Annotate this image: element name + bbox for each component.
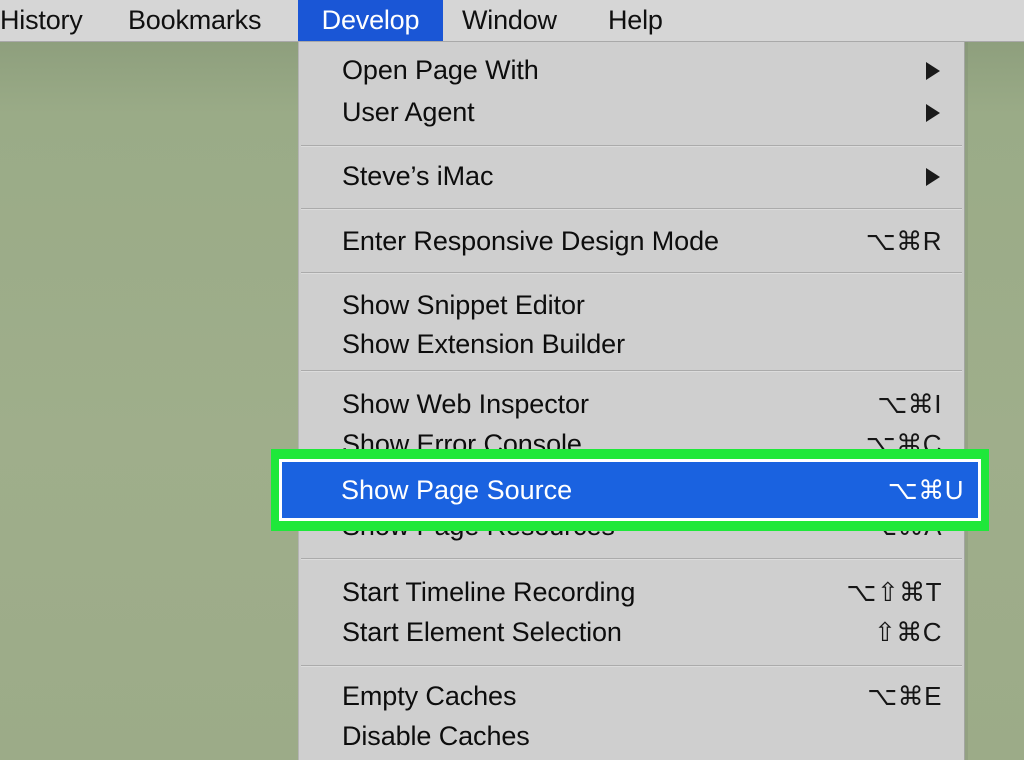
menu-item-label: Steve’s iMac bbox=[342, 161, 494, 191]
menubar-item-label: Window bbox=[462, 5, 557, 35]
menu-item-label: Start Element Selection bbox=[342, 617, 622, 647]
develop-dropdown-panel: Open Page With User Agent Steve’s iMac Ente… bbox=[298, 42, 968, 760]
menu-item-start-element-selection[interactable]: Start Element Selection ⇧⌘C bbox=[299, 608, 964, 656]
menubar-item-history[interactable]: History bbox=[0, 0, 96, 41]
menu-item-user-agent[interactable]: User Agent bbox=[299, 88, 964, 136]
menubar-item-window[interactable]: Window bbox=[452, 0, 582, 41]
chevron-right-icon bbox=[926, 62, 940, 80]
menu-separator bbox=[301, 558, 962, 559]
menubar-item-bookmarks[interactable]: Bookmarks bbox=[118, 0, 290, 41]
menubar-item-label: Help bbox=[608, 5, 663, 35]
menu-item-label: Open Page With bbox=[342, 55, 539, 85]
menu-item-enter-responsive-design-mode[interactable]: Enter Responsive Design Mode ⌥⌘R bbox=[299, 217, 964, 265]
menubar-item-label: History bbox=[0, 5, 83, 35]
menu-item-shortcut: ⌥⌘R bbox=[865, 226, 942, 256]
menu-item-label: Show Page Source bbox=[341, 475, 573, 505]
menu-separator bbox=[301, 208, 962, 209]
chevron-right-icon bbox=[926, 104, 940, 122]
menu-item-disable-caches[interactable]: Disable Caches bbox=[299, 712, 964, 760]
menu-item-show-extension-builder[interactable]: Show Extension Builder bbox=[299, 320, 964, 368]
menu-item-label: Disable Caches bbox=[342, 721, 530, 751]
menu-separator bbox=[301, 370, 962, 371]
menubar-item-develop[interactable]: Develop bbox=[298, 0, 443, 41]
menubar-item-help[interactable]: Help bbox=[598, 0, 678, 41]
menu-separator bbox=[301, 272, 962, 273]
menu-separator bbox=[301, 145, 962, 146]
menu-bar: History Bookmarks Develop Window Help bbox=[0, 0, 1024, 42]
menu-separator bbox=[301, 665, 962, 666]
menu-item-steves-imac[interactable]: Steve’s iMac bbox=[299, 152, 964, 200]
chevron-right-icon bbox=[926, 168, 940, 186]
menu-item-label: Show Extension Builder bbox=[342, 329, 625, 359]
menubar-item-label: Bookmarks bbox=[128, 5, 262, 35]
menu-item-show-page-source[interactable]: Show Page Source ⌥⌘U bbox=[282, 462, 978, 518]
menu-item-label: Enter Responsive Design Mode bbox=[342, 226, 719, 256]
menu-item-open-page-with[interactable]: Open Page With bbox=[299, 46, 964, 94]
menubar-item-label: Develop bbox=[321, 5, 420, 35]
menu-item-label: User Agent bbox=[342, 97, 475, 127]
menu-item-shortcut: ⌥⌘U bbox=[887, 475, 964, 505]
menu-item-shortcut: ⇧⌘C bbox=[873, 617, 942, 647]
screenshot-root: History Bookmarks Develop Window Help Open P… bbox=[0, 0, 1024, 760]
